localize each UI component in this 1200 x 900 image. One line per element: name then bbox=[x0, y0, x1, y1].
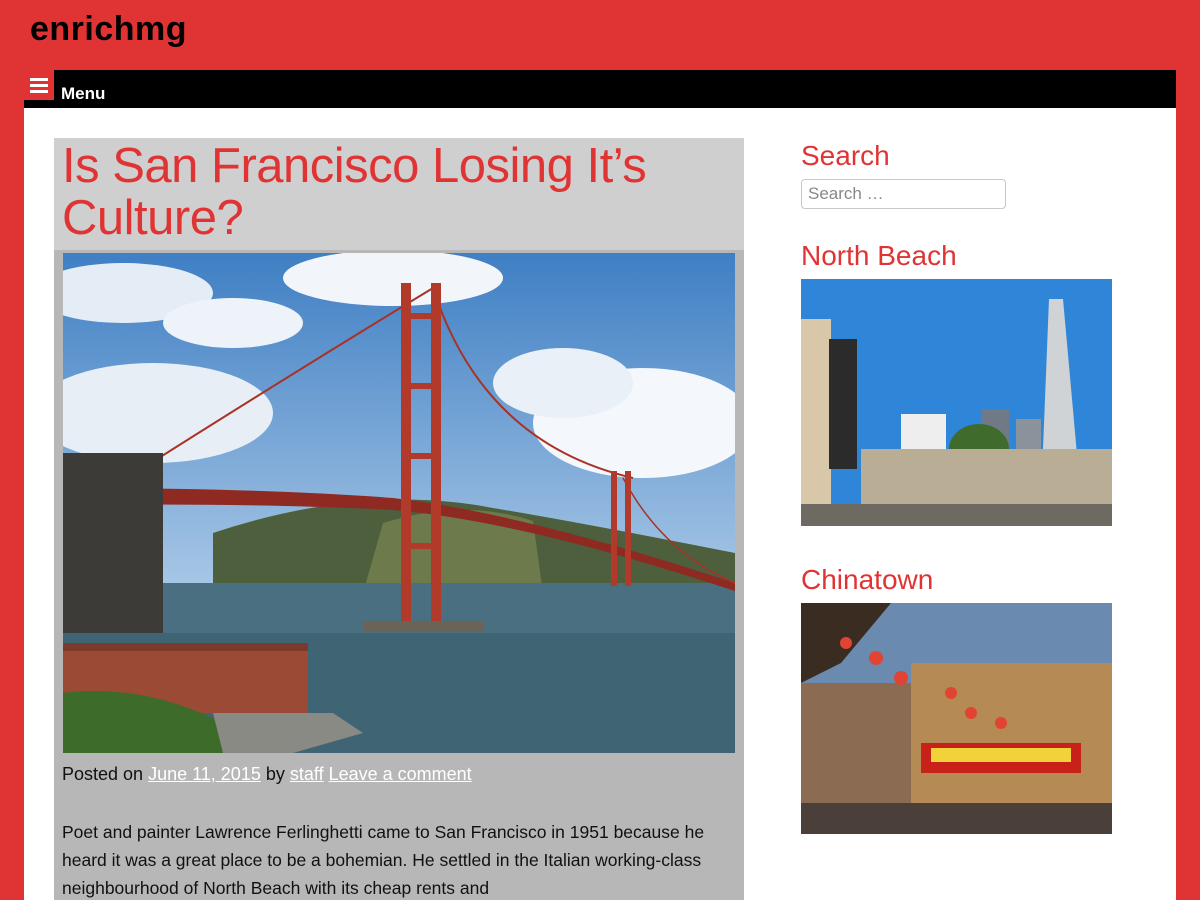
leave-comment-link[interactable]: Leave a comment bbox=[329, 764, 472, 784]
menu-toggle-label[interactable]: Menu bbox=[61, 84, 105, 104]
posted-on-label: Posted on bbox=[62, 764, 144, 784]
page-content: Is San Francisco Losing It’s Culture? Po… bbox=[24, 108, 1176, 900]
post-article: Is San Francisco Losing It’s Culture? Po… bbox=[54, 138, 744, 900]
post-meta: Posted on June 11, 2015 by staff Leave a… bbox=[62, 764, 472, 785]
post-excerpt: Poet and painter Lawrence Ferlinghetti c… bbox=[62, 822, 705, 898]
search-widget-title: Search bbox=[801, 140, 890, 171]
north-beach-image[interactable] bbox=[801, 279, 1112, 526]
chinatown-image[interactable] bbox=[801, 603, 1112, 834]
post-title[interactable]: Is San Francisco Losing It’s Culture? bbox=[62, 138, 736, 244]
author-link[interactable]: staff bbox=[290, 764, 324, 784]
post-date-link[interactable]: June 11, 2015 bbox=[148, 764, 261, 784]
nav-bar: Menu bbox=[24, 70, 1176, 108]
chinatown-widget-title: Chinatown bbox=[801, 564, 934, 595]
menu-icon[interactable] bbox=[24, 70, 54, 100]
site-title[interactable]: enrichmg bbox=[30, 10, 187, 49]
north-beach-widget-title: North Beach bbox=[801, 240, 957, 271]
by-label: by bbox=[265, 764, 285, 784]
post-header: Is San Francisco Losing It’s Culture? bbox=[54, 138, 744, 250]
golden-gate-bridge-image[interactable] bbox=[63, 253, 735, 753]
search-input[interactable] bbox=[801, 179, 1006, 209]
